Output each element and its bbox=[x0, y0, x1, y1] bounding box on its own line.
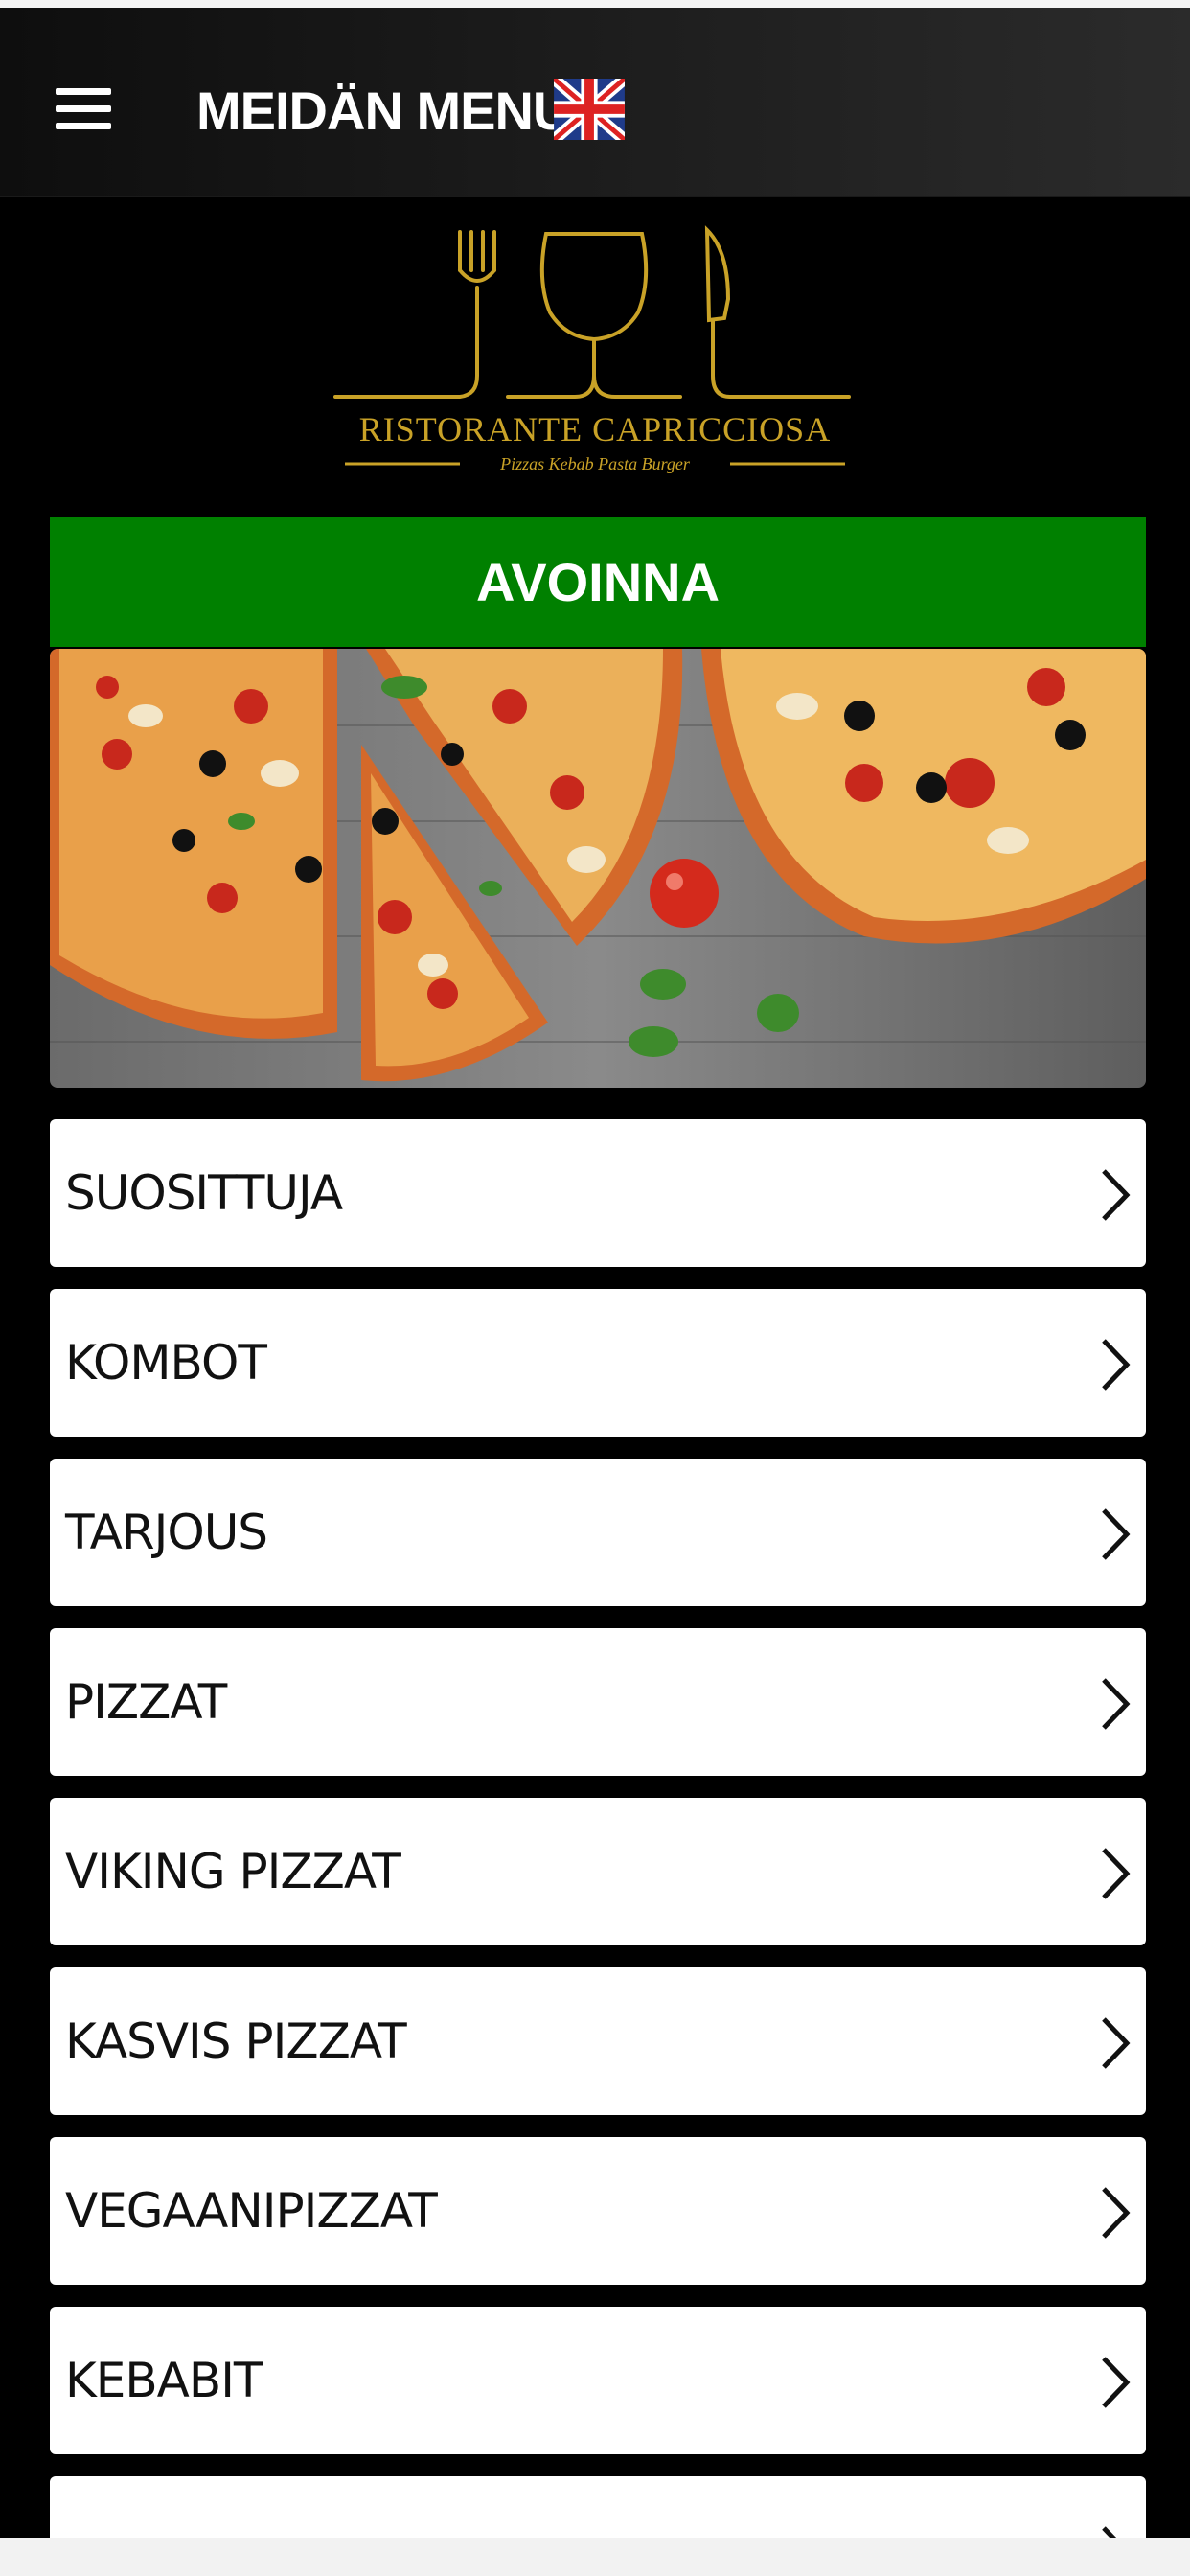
chevron-right-icon bbox=[1102, 1508, 1131, 1560]
uk-flag-icon[interactable] bbox=[554, 79, 625, 140]
menu-category-label: KASVIS PIZZAT bbox=[65, 2013, 407, 2069]
menu-category-partial[interactable] bbox=[50, 2476, 1146, 2538]
page-title: MEIDÄN MENU bbox=[196, 80, 571, 141]
chevron-right-icon bbox=[1102, 1678, 1131, 1730]
chevron-right-icon bbox=[1102, 1169, 1131, 1221]
menu-category-label: TARJOUS bbox=[65, 1505, 268, 1560]
menu-category-suosittuja[interactable]: SUOSITTUJA bbox=[50, 1119, 1146, 1267]
menu-category-vegaanipizzat[interactable]: VEGAANIPIZZAT bbox=[50, 2137, 1146, 2285]
menu-category-label: KEBABIT bbox=[65, 2353, 263, 2408]
menu-category-tarjous[interactable]: TARJOUS bbox=[50, 1459, 1146, 1606]
chevron-right-icon bbox=[1102, 1848, 1131, 1899]
menu-category-label: SUOSITTUJA bbox=[65, 1165, 343, 1221]
open-status-banner: AVOINNA bbox=[50, 518, 1146, 647]
top-bar: MEIDÄN MENU bbox=[0, 0, 1190, 197]
fork-icon bbox=[333, 230, 496, 399]
chevron-right-icon bbox=[1102, 2526, 1117, 2538]
app-screen: MEIDÄN MENU RISTORANTE CAPRICCIOSA Pizza… bbox=[0, 0, 1190, 2538]
brand-name: RISTORANTE CAPRICCIOSA bbox=[359, 410, 831, 448]
menu-category-label: PIZZAT bbox=[65, 1674, 227, 1730]
wine-glass-icon bbox=[506, 232, 682, 399]
restaurant-logo: RISTORANTE CAPRICCIOSA Pizzas Kebab Past… bbox=[316, 213, 874, 481]
menu-category-kasvis-pizzat[interactable]: KASVIS PIZZAT bbox=[50, 1967, 1146, 2115]
menu-category-label: VEGAANIPIZZAT bbox=[65, 2183, 438, 2239]
pizza-photo bbox=[50, 649, 1146, 1088]
hamburger-icon[interactable] bbox=[56, 88, 111, 130]
menu-category-label: KOMBOT bbox=[65, 1335, 267, 1391]
menu-category-viking-pizzat[interactable]: VIKING PIZZAT bbox=[50, 1798, 1146, 1945]
menu-category-pizzat[interactable]: PIZZAT bbox=[50, 1628, 1146, 1776]
menu-category-kombot[interactable]: KOMBOT bbox=[50, 1289, 1146, 1437]
chevron-right-icon bbox=[1102, 2187, 1131, 2239]
chevron-right-icon bbox=[1102, 2017, 1131, 2069]
menu-category-label: VIKING PIZZAT bbox=[65, 1844, 401, 1899]
chevron-right-icon bbox=[1102, 2357, 1131, 2408]
knife-icon bbox=[704, 225, 851, 399]
chevron-right-icon bbox=[1102, 1339, 1131, 1391]
brand-tagline: Pizzas Kebab Pasta Burger bbox=[499, 454, 691, 473]
menu-category-kebabit[interactable]: KEBABIT bbox=[50, 2307, 1146, 2454]
